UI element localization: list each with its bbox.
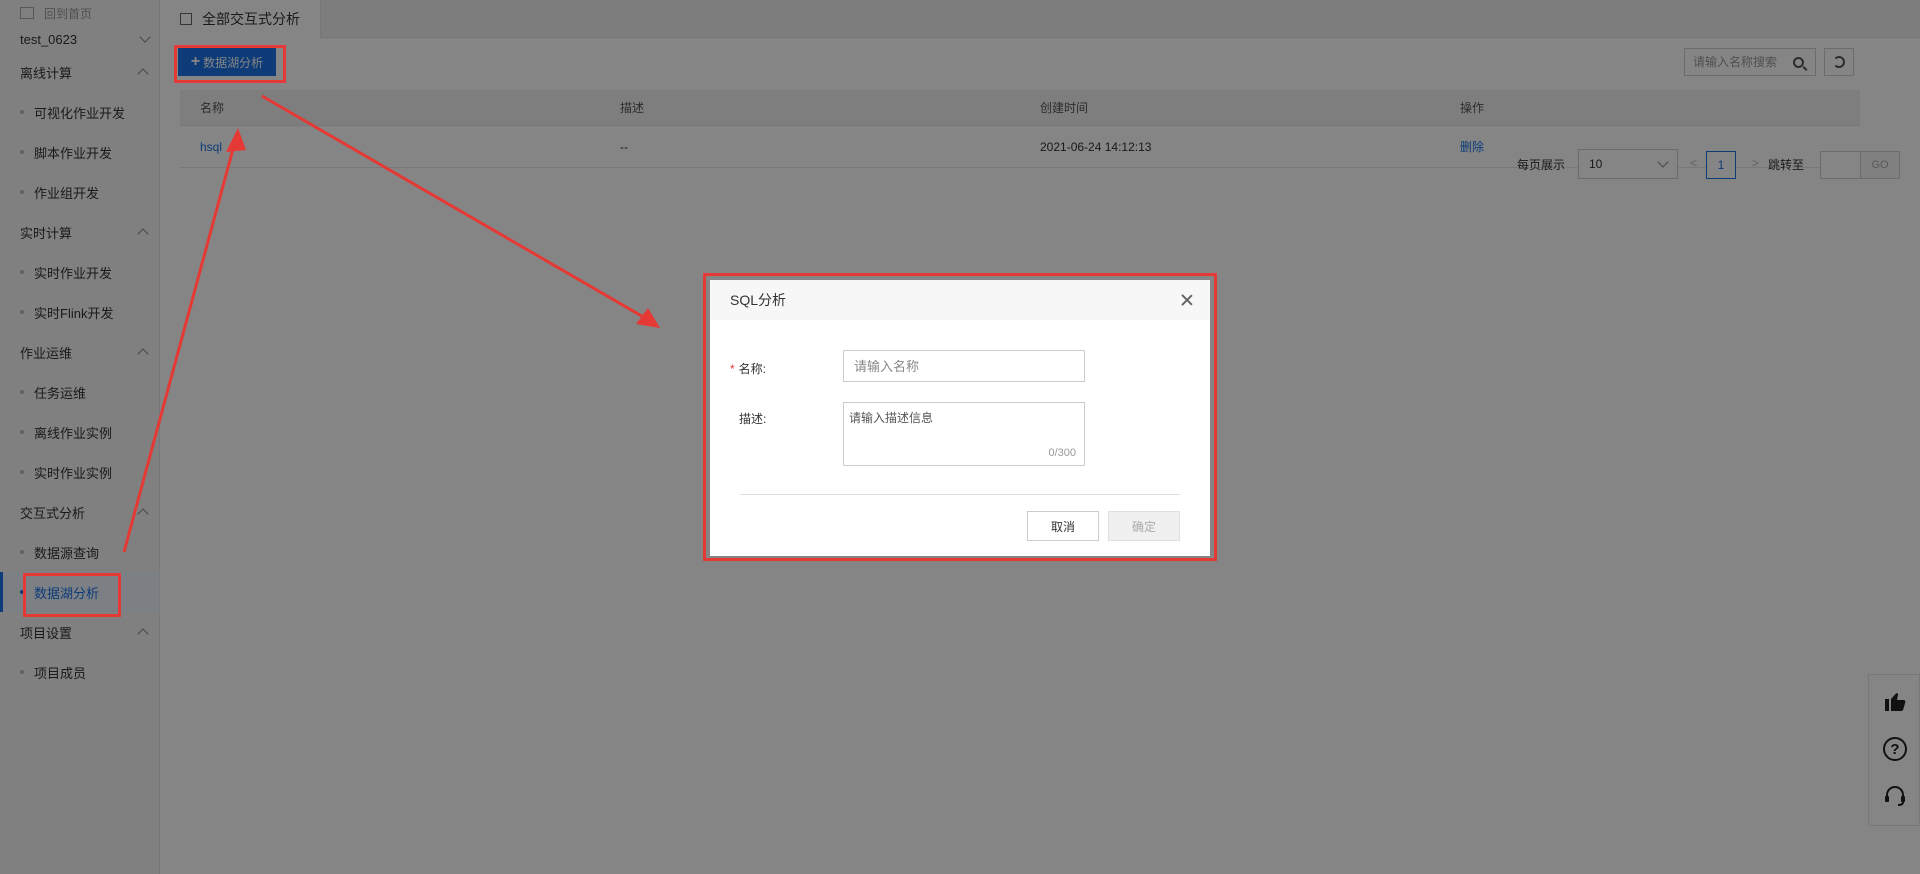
- close-icon[interactable]: [1180, 293, 1194, 307]
- sql-analysis-dialog: SQL分析 *名称: 描述: 0/300 取消 确定: [710, 280, 1210, 556]
- modal-divider: [740, 494, 1180, 495]
- modal-header: SQL分析: [710, 280, 1210, 320]
- highlight-sidebar-item: [23, 573, 121, 617]
- name-field-label: * 名称:: [730, 362, 767, 376]
- cancel-button[interactable]: 取消: [1027, 511, 1099, 541]
- char-counter: 0/300: [1048, 447, 1076, 459]
- desc-field: 0/300: [843, 402, 1085, 466]
- modal-title: SQL分析: [730, 292, 787, 308]
- highlight-add-button: [174, 45, 286, 83]
- required-mark: *: [730, 362, 735, 376]
- desc-textarea[interactable]: [844, 403, 1084, 447]
- confirm-button[interactable]: 确定: [1108, 511, 1180, 541]
- desc-field-label: 描述:: [739, 412, 767, 426]
- name-input[interactable]: [843, 350, 1085, 382]
